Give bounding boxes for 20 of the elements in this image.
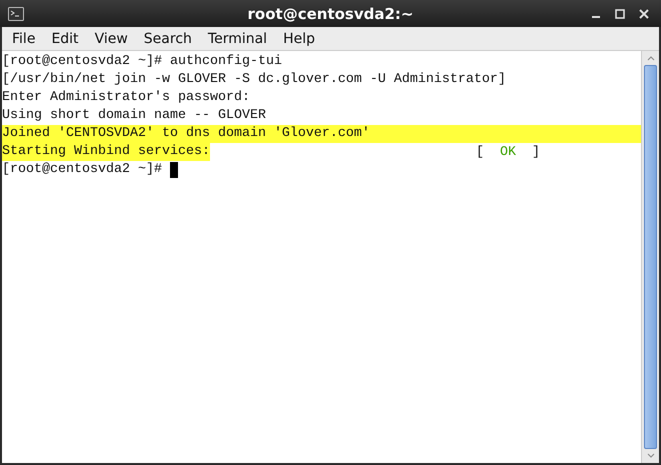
scrollbar-thumb[interactable] bbox=[644, 65, 657, 449]
scrollbar[interactable] bbox=[641, 51, 659, 463]
menu-item[interactable]: Edit bbox=[43, 30, 87, 46]
terminal-icon bbox=[8, 6, 24, 20]
status-label: OK bbox=[500, 144, 516, 160]
menu-item[interactable]: File bbox=[4, 30, 44, 46]
terminal-line: [root@centosvda2 ~]# authconfig-tui bbox=[2, 53, 282, 71]
status-close-bracket: ] bbox=[532, 144, 540, 160]
close-button[interactable] bbox=[639, 8, 649, 18]
terminal-line: Enter Administrator's password: bbox=[2, 89, 250, 107]
menu-item[interactable]: Terminal bbox=[200, 30, 276, 46]
terminal-line: [root@centosvda2 ~]# bbox=[2, 161, 162, 179]
window-title: root@centosvda2:~ bbox=[248, 4, 414, 22]
menu-item[interactable]: Search bbox=[136, 30, 200, 46]
terminal-line: [/usr/bin/net join -w GLOVER -S dc.glover.com -U Administrator] bbox=[2, 71, 506, 89]
terminal-line: Using short domain name -- GLOVER bbox=[2, 107, 266, 125]
menu-item[interactable]: View bbox=[86, 30, 136, 46]
menu-item[interactable]: Help bbox=[275, 30, 323, 46]
status-open-bracket: [ bbox=[476, 144, 484, 160]
maximize-button[interactable] bbox=[615, 8, 625, 18]
